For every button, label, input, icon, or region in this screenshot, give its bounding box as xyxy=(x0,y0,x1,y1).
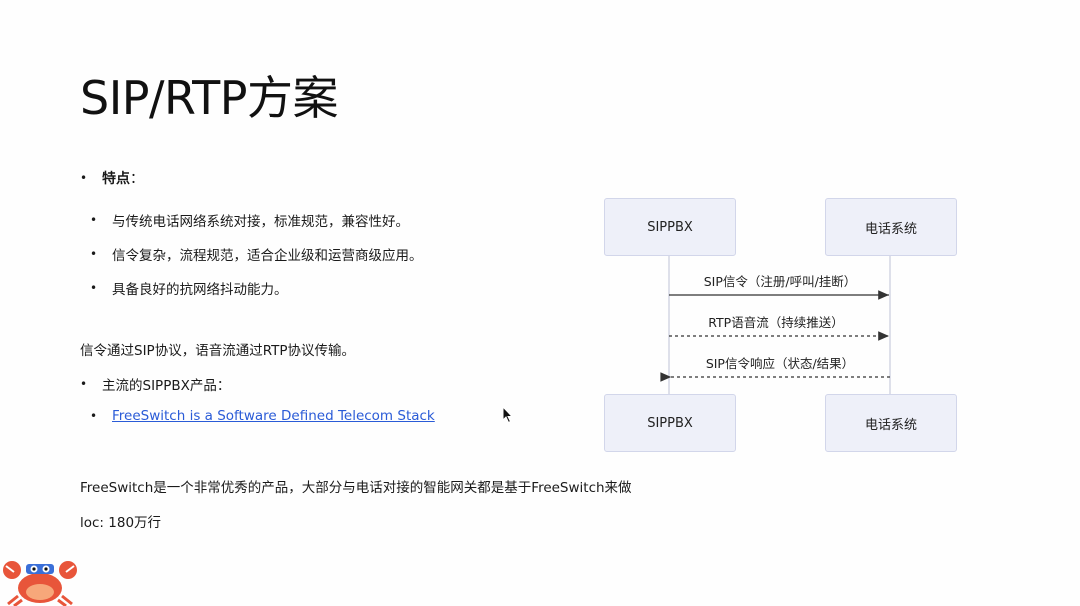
participant-box-phone-bottom: 电话系统 xyxy=(825,394,957,452)
mouse-cursor-icon xyxy=(502,406,514,424)
bullet-icon: • xyxy=(80,171,88,185)
loc-text: loc: 180万行 xyxy=(80,515,162,531)
list-item: • 具备良好的抗网络抖动能力。 xyxy=(90,271,423,305)
participant-box-sippbx-top: SIPPBX xyxy=(604,198,736,256)
features-heading: • 特点 ： xyxy=(80,168,144,188)
products-label: 主流的SIPPBX产品： xyxy=(102,378,231,394)
bullet-icon: • xyxy=(90,247,98,261)
bullet-icon: • xyxy=(90,281,98,295)
list-item: • 与传统电话网络系统对接，标准规范，兼容性好。 xyxy=(90,203,423,237)
bullet-icon: • xyxy=(90,213,98,227)
features-label: 特点 xyxy=(102,171,130,187)
participant-box-phone-top: 电话系统 xyxy=(825,198,957,256)
message-label-2: RTP语音流（持续推送） xyxy=(708,315,844,330)
bullet-icon: • xyxy=(90,409,98,423)
message-label-3: SIP信令响应（状态/结果） xyxy=(705,356,855,371)
feature-text: 信令复杂，流程规范，适合企业级和运营商级应用。 xyxy=(112,248,423,264)
freeswitch-paragraph: FreeSwitch是一个非常优秀的产品，大部分与电话对接的智能网关都是基于Fr… xyxy=(80,480,632,496)
protocol-paragraph: 信令通过SIP协议，语音流通过RTP协议传输。 xyxy=(80,343,355,359)
link-item: • FreeSwitch is a Software Defined Telec… xyxy=(90,408,435,424)
slide-title: SIP/RTP方案 xyxy=(80,71,338,125)
products-heading: • 主流的SIPPBX产品： xyxy=(80,374,230,394)
feature-text: 与传统电话网络系统对接，标准规范，兼容性好。 xyxy=(112,214,409,230)
slide: SIP/RTP方案 • 特点 ： • 与传统电话网络系统对接，标准规范，兼容性好… xyxy=(0,0,1080,606)
feature-text: 具备良好的抗网络抖动能力。 xyxy=(112,282,288,298)
participant-box-sippbx-bottom: SIPPBX xyxy=(604,394,736,452)
crab-mascot-icon xyxy=(3,561,77,606)
bullet-icon: • xyxy=(80,377,88,391)
message-label-1: SIP信令（注册/呼叫/挂断） xyxy=(703,274,857,289)
features-list: • 与传统电话网络系统对接，标准规范，兼容性好。 • 信令复杂，流程规范，适合企… xyxy=(90,203,423,305)
features-colon: ： xyxy=(130,171,144,187)
list-item: • 信令复杂，流程规范，适合企业级和运营商级应用。 xyxy=(90,237,423,271)
freeswitch-link[interactable]: FreeSwitch is a Software Defined Telecom… xyxy=(112,408,435,424)
